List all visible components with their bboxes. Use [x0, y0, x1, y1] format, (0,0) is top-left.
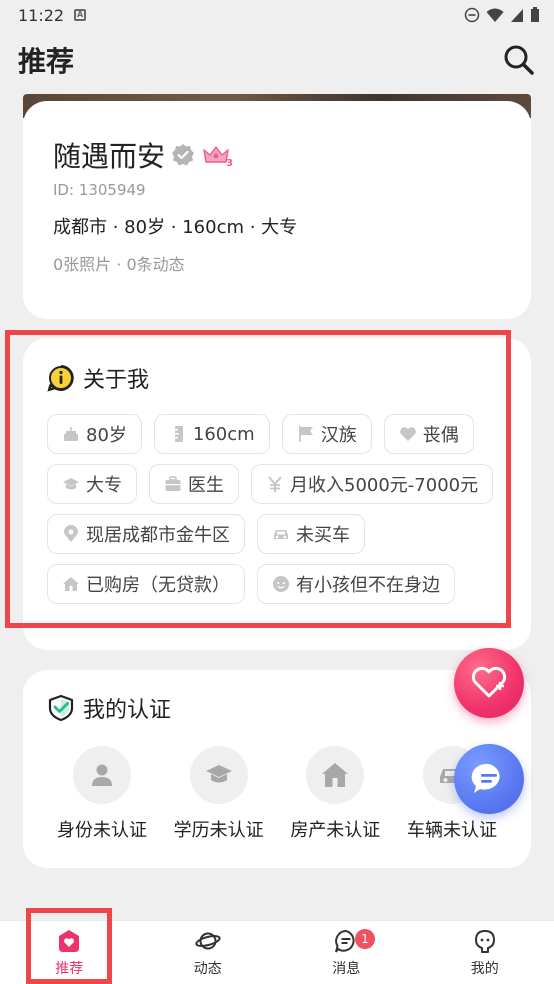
nav-label: 我的 [470, 960, 499, 977]
about-tags: 80岁 160cm 汉族 丧偶 大专 医生 月收入5000元-7000元 现居成… [47, 414, 507, 604]
cert-label: 学历未认证 [173, 820, 264, 841]
tag-income: 月收入5000元-7000元 [251, 464, 494, 504]
signal-icon [511, 9, 523, 22]
person-icon [92, 764, 112, 786]
nav-messages[interactable]: 1 消息 [277, 921, 416, 984]
graduation-cap-icon [63, 478, 79, 490]
status-icons [464, 7, 540, 23]
cert-label: 房产未认证 [290, 820, 381, 841]
tag-education: 大专 [47, 464, 137, 504]
vip-level: 3 [226, 158, 234, 169]
heart-plus-icon [471, 666, 507, 698]
tag-residence: 现居成都市金牛区 [47, 514, 245, 554]
bottom-nav: 推荐 动态 1 消息 我的 [0, 920, 554, 984]
tag-label: 丧偶 [422, 425, 459, 446]
chat-bubble-icon [471, 763, 500, 793]
yen-icon [268, 476, 282, 492]
tag-label: 未买车 [296, 525, 350, 546]
tag-label: 医生 [188, 475, 224, 496]
tag-house: 已购房（无贷款） [47, 564, 245, 604]
profile-info: 成都市 · 80岁 · 160cm · 大专 [53, 217, 298, 238]
house-icon [322, 763, 349, 787]
status-bar: 11:22 A [0, 0, 554, 30]
tag-label: 已购房（无贷款） [86, 575, 230, 596]
battery-icon [531, 7, 539, 22]
tag-children: 有小孩但不在身边 [257, 564, 455, 604]
cake-icon [64, 427, 78, 441]
cert-identity[interactable]: 身份未认证 [47, 746, 157, 842]
car-icon [274, 530, 288, 539]
info-bubble-icon [47, 365, 74, 392]
tag-ethnicity: 汉族 [281, 414, 372, 454]
location-pin-icon [64, 525, 78, 542]
nav-label: 推荐 [55, 960, 84, 977]
tag-height: 160cm [153, 414, 270, 454]
chat-fab-button[interactable] [454, 744, 524, 814]
status-time: 11:22 [18, 5, 65, 25]
about-title: 关于我 [83, 368, 150, 393]
tag-car: 未买车 [257, 514, 365, 554]
profile-counts: 0张照片 · 0条动态 [53, 255, 185, 274]
profile-name: 随遇而安 [53, 140, 166, 173]
heart-icon [399, 427, 416, 441]
profile-card: 随遇而安 3 ID: 1305949 成都市 · 80岁 · 160cm · 大… [23, 101, 531, 319]
dnd-icon [464, 7, 480, 23]
tag-label: 月收入5000元-7000元 [290, 475, 479, 496]
wifi-icon [486, 8, 504, 22]
house-icon [63, 577, 79, 591]
profile-icon [474, 929, 495, 953]
tag-marital: 丧偶 [383, 414, 474, 454]
flag-icon [298, 426, 313, 442]
briefcase-icon [165, 476, 181, 491]
height-icon [174, 426, 183, 442]
nav-label: 动态 [193, 960, 222, 977]
tag-label: 80岁 [86, 425, 127, 446]
tag-label: 现居成都市金牛区 [86, 525, 230, 546]
cert-label: 身份未认证 [57, 820, 147, 841]
cert-property[interactable]: 房产未认证 [280, 746, 390, 842]
app-header: 推荐 [0, 30, 554, 90]
verified-badge-icon [172, 144, 195, 166]
planet-icon [195, 932, 221, 949]
nav-recommend[interactable]: 推荐 [0, 921, 139, 984]
cert-education[interactable]: 学历未认证 [164, 746, 274, 842]
nav-label: 消息 [332, 960, 361, 977]
child-face-icon [273, 576, 289, 592]
message-badge: 1 [355, 929, 375, 949]
cert-label: 车辆未认证 [406, 820, 497, 841]
tag-label: 汉族 [320, 425, 357, 446]
cert-title: 我的认证 [83, 698, 172, 723]
graduation-cap-icon [205, 765, 232, 783]
search-icon[interactable] [502, 43, 536, 77]
nav-mine[interactable]: 我的 [416, 921, 554, 984]
tag-label: 有小孩但不在身边 [296, 575, 440, 596]
nav-moments[interactable]: 动态 [139, 921, 278, 984]
shield-check-icon [48, 694, 74, 722]
profile-id: ID: 1305949 [53, 181, 146, 199]
page-title: 推荐 [18, 45, 75, 78]
notification-icon: A [74, 9, 87, 21]
tag-age: 80岁 [47, 414, 142, 454]
like-fab-button[interactable] [454, 648, 524, 718]
tag-label: 大专 [86, 475, 122, 496]
tag-label: 160cm [192, 423, 255, 445]
home-heart-icon [59, 929, 80, 952]
about-me-card: 关于我 80岁 160cm 汉族 丧偶 大专 医生 月收入5000元-7000元… [23, 338, 531, 650]
tag-occupation: 医生 [149, 464, 239, 504]
